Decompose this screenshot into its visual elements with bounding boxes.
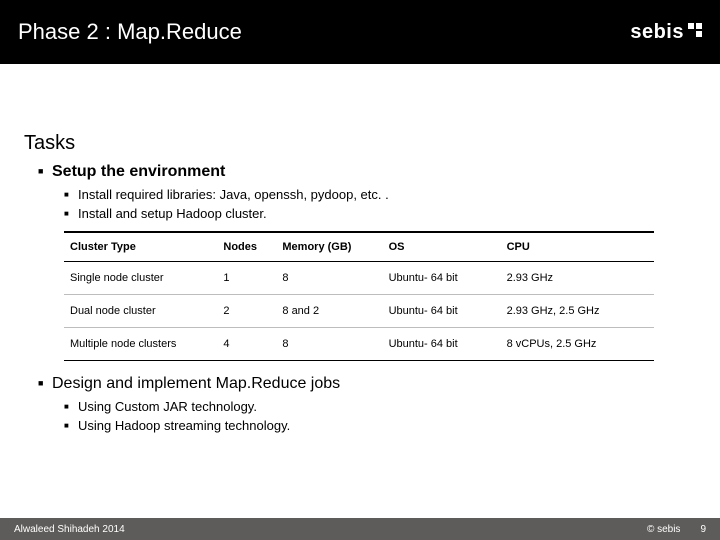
setup-sublist: Install required libraries: Java, openss… [64,187,696,221]
slide-body: Tasks Setup the environment Install requ… [0,64,720,540]
cell: 8 and 2 [276,295,382,328]
cell: Dual node cluster [64,295,217,328]
setup-item: Setup the environment Install required l… [38,163,696,221]
footer-right: © sebis 9 [647,524,706,535]
table-row: Single node cluster 1 8 Ubuntu- 64 bit 2… [64,262,654,295]
slide: Phase 2 : Map.Reduce sebis Tasks Setup t… [0,0,720,540]
design-label: Design and implement Map.Reduce jobs [52,375,340,392]
list-item: Install and setup Hadoop cluster. [64,206,696,221]
footer-page-number: 9 [700,524,706,535]
cell: 2 [217,295,276,328]
logo-dots-icon [688,23,702,37]
list-item: Using Hadoop streaming technology. [64,418,696,433]
table-row: Dual node cluster 2 8 and 2 Ubuntu- 64 b… [64,295,654,328]
title-bar: Phase 2 : Map.Reduce sebis [0,0,720,64]
section-heading: Tasks [24,132,696,155]
cell: 2.93 GHz [501,262,654,295]
design-sublist: Using Custom JAR technology. Using Hadoo… [64,399,696,433]
cell: 8 [276,262,382,295]
footer-author: Alwaleed Shihadeh 2014 [14,524,125,535]
list-item: Using Custom JAR technology. [64,399,696,414]
cluster-table: Cluster Type Nodes Memory (GB) OS CPU Si… [64,231,654,361]
cell: 2.93 GHz, 2.5 GHz [501,295,654,328]
table-row: Multiple node clusters 4 8 Ubuntu- 64 bi… [64,328,654,361]
logo-text: sebis [630,21,684,44]
th-cluster-type: Cluster Type [64,232,217,262]
list-item: Install required libraries: Java, openss… [64,187,696,202]
slide-title: Phase 2 : Map.Reduce [18,19,242,45]
footer-bar: Alwaleed Shihadeh 2014 © sebis 9 [0,518,720,540]
design-item: Design and implement Map.Reduce jobs Usi… [38,375,696,433]
cell: Multiple node clusters [64,328,217,361]
cell: 4 [217,328,276,361]
sebis-logo: sebis [630,21,702,44]
th-cpu: CPU [501,232,654,262]
th-nodes: Nodes [217,232,276,262]
cell: 8 vCPUs, 2.5 GHz [501,328,654,361]
cell: Ubuntu- 64 bit [383,262,501,295]
cell: Ubuntu- 64 bit [383,328,501,361]
footer-copyright: © sebis [647,524,681,535]
design-list: Design and implement Map.Reduce jobs Usi… [38,375,696,433]
th-os: OS [383,232,501,262]
table-header-row: Cluster Type Nodes Memory (GB) OS CPU [64,232,654,262]
cell: 1 [217,262,276,295]
top-list: Setup the environment Install required l… [38,163,696,221]
cell: Ubuntu- 64 bit [383,295,501,328]
cell: 8 [276,328,382,361]
setup-label: Setup the environment [52,163,225,180]
cluster-table-wrap: Cluster Type Nodes Memory (GB) OS CPU Si… [64,231,654,361]
cell: Single node cluster [64,262,217,295]
th-memory: Memory (GB) [276,232,382,262]
